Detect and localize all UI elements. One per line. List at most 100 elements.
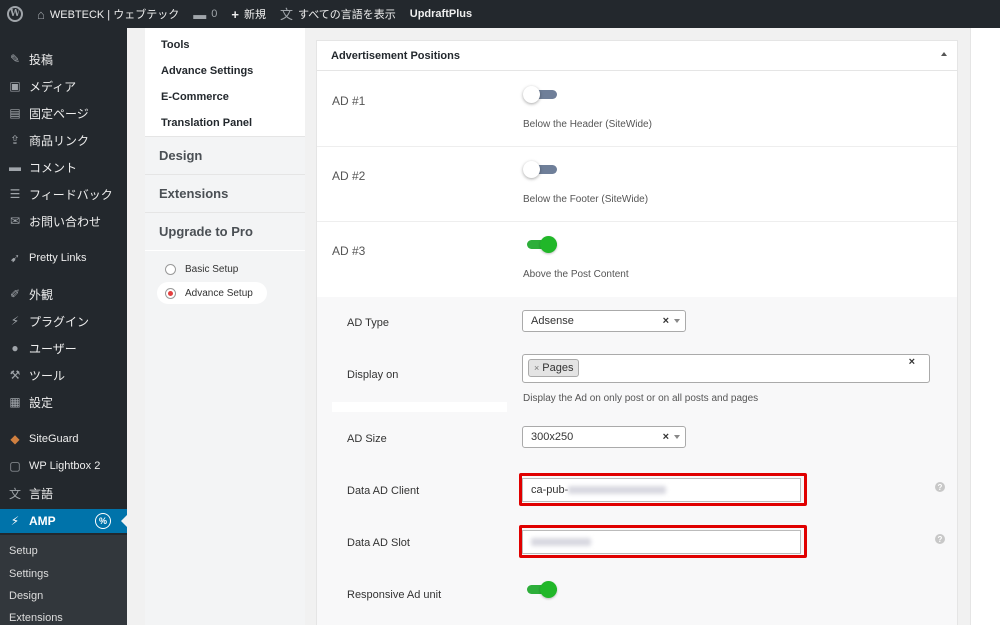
comments-count: 0 bbox=[211, 8, 218, 20]
sidebar-item-label: WP Lightbox 2 bbox=[29, 460, 101, 472]
highlight-box-client bbox=[519, 473, 807, 506]
site-name-link[interactable]: ⌂ WEBTECK | ウェブテック bbox=[30, 0, 186, 28]
amp-submenu: Setup Settings Design Extensions bbox=[0, 535, 127, 625]
sidebar-item-language[interactable]: 文言語 bbox=[0, 481, 127, 505]
display-tag-pages: × Pages bbox=[528, 359, 580, 377]
sidebar-item-product-links[interactable]: ⇪ 商品リンク bbox=[0, 128, 127, 152]
new-content-link[interactable]: + 新規 bbox=[224, 0, 273, 28]
translate-icon: 文 bbox=[279, 6, 293, 22]
clear-icon[interactable]: × bbox=[663, 315, 669, 327]
pages-icon: ▤ bbox=[9, 106, 21, 120]
step-label: Advance Setup bbox=[185, 287, 253, 299]
show-all-languages: すべての言語を表示 bbox=[297, 9, 396, 21]
ad-size-value: 300x250 bbox=[531, 431, 574, 443]
media-icon: ▣ bbox=[9, 79, 21, 93]
collapse-icon[interactable] bbox=[941, 52, 947, 56]
nav-section-upgrade[interactable]: Upgrade to Pro bbox=[145, 212, 305, 250]
sidebar-item-label: 外観 bbox=[29, 287, 54, 302]
sidebar-item-comments[interactable]: ▬ コメント bbox=[0, 155, 127, 179]
ad-desc: Below the Header (SiteWide) bbox=[523, 119, 652, 130]
ad-size-select[interactable]: 300x250 × bbox=[522, 426, 686, 448]
site-name: WEBTECK | ウェブテック bbox=[49, 9, 180, 21]
nav-item-translation-panel[interactable]: Translation Panel bbox=[161, 117, 252, 129]
toggle-knob bbox=[540, 236, 557, 253]
lightbox-icon: ▢ bbox=[9, 459, 21, 473]
language-switcher[interactable]: 文 すべての言語を表示 bbox=[273, 0, 403, 28]
submenu-item-extensions[interactable]: Extensions bbox=[9, 612, 63, 624]
product-link-icon: ⇪ bbox=[9, 133, 21, 147]
sidebar-item-feedback[interactable]: ☰ フィードバック bbox=[0, 182, 127, 206]
sidebar-item-posts[interactable]: ✎ 投稿 bbox=[0, 47, 127, 71]
clear-icon[interactable]: × bbox=[909, 356, 915, 368]
nav-item-advance-settings[interactable]: Advance Settings bbox=[161, 65, 253, 77]
sidebar-item-users[interactable]: ● ユーザー bbox=[0, 336, 127, 360]
sidebar-item-pretty-links[interactable]: ➹ Pretty Links bbox=[0, 246, 127, 270]
comments-link[interactable]: ▬ 0 bbox=[186, 0, 224, 28]
sidebar-item-label: 言語 bbox=[29, 486, 54, 501]
language-icon: 文 bbox=[8, 486, 21, 501]
ad-title: AD #3 bbox=[332, 244, 366, 258]
sidebar-item-label: SiteGuard bbox=[29, 433, 79, 445]
radio-basic-setup[interactable] bbox=[165, 263, 176, 275]
sidebar-item-contact[interactable]: ✉ お問い合わせ bbox=[0, 209, 127, 233]
panel-header[interactable]: Advertisement Positions bbox=[317, 41, 957, 71]
tag-label: Pages bbox=[542, 362, 574, 374]
step-basic-setup[interactable]: Basic Setup bbox=[157, 258, 252, 280]
data-ad-slot-label: Data AD Slot bbox=[347, 537, 410, 549]
remove-tag-icon[interactable]: × bbox=[534, 363, 539, 373]
ad-type-select[interactable]: Adsense × bbox=[522, 310, 686, 332]
ad-title: AD #2 bbox=[332, 169, 366, 183]
sidebar-item-wp-lightbox[interactable]: ▢ WP Lightbox 2 bbox=[0, 454, 127, 478]
nav-section-design[interactable]: Design bbox=[145, 136, 305, 174]
feedback-icon: ☰ bbox=[9, 187, 21, 201]
clear-icon[interactable]: × bbox=[663, 431, 669, 443]
submenu-item-settings[interactable]: Settings bbox=[9, 568, 49, 580]
sidebar-item-plugins[interactable]: ⚡ プラグイン bbox=[0, 309, 127, 333]
home-icon: ⌂ bbox=[37, 6, 45, 22]
sidebar-item-label: Pretty Links bbox=[29, 252, 87, 264]
sidebar-item-appearance[interactable]: ✐ 外観 bbox=[0, 282, 127, 306]
ad3-toggle[interactable] bbox=[523, 236, 557, 254]
submenu-item-setup[interactable]: Setup bbox=[9, 545, 38, 557]
current-menu-arrow bbox=[121, 515, 127, 527]
sidebar-item-label: フィードバック bbox=[29, 187, 113, 202]
sidebar-item-label: メディア bbox=[29, 79, 77, 94]
ad-desc: Above the Post Content bbox=[523, 269, 629, 280]
updraftplus-label: UpdraftPlus bbox=[409, 8, 473, 20]
ad-row-1: AD #1 Below the Header (SiteWide) bbox=[317, 72, 957, 147]
mail-icon: ✉ bbox=[9, 214, 21, 228]
new-label: 新規 bbox=[243, 9, 266, 21]
help-icon[interactable]: ? bbox=[935, 534, 945, 544]
nav-item-tools[interactable]: Tools bbox=[161, 39, 190, 51]
responsive-ad-toggle[interactable] bbox=[523, 581, 557, 599]
brush-icon: ✐ bbox=[9, 287, 21, 301]
display-on-select[interactable]: × Pages × bbox=[522, 354, 930, 383]
sidebar-item-media[interactable]: ▣ メディア bbox=[0, 74, 127, 98]
chevron-down-icon[interactable] bbox=[674, 319, 680, 323]
radio-advance-setup[interactable] bbox=[165, 287, 176, 299]
amp-icon: ⚡ bbox=[10, 514, 20, 528]
display-on-label: Display on bbox=[347, 369, 399, 381]
submenu-item-design[interactable]: Design bbox=[9, 590, 43, 602]
advertisement-panel: Advertisement Positions AD #1 Below the … bbox=[316, 40, 958, 625]
divider-notch bbox=[332, 402, 507, 412]
sidebar-item-amp[interactable]: ⚡ AMP % bbox=[0, 509, 127, 533]
sidebar-item-siteguard[interactable]: ◆ SiteGuard bbox=[0, 427, 127, 451]
user-icon: ● bbox=[11, 341, 19, 355]
ad1-toggle[interactable] bbox=[523, 86, 557, 104]
chevron-down-icon[interactable] bbox=[674, 435, 680, 439]
wp-logo-button[interactable]: W bbox=[0, 0, 30, 28]
step-advance-setup[interactable]: Advance Setup bbox=[157, 282, 267, 304]
nav-section-extensions[interactable]: Extensions bbox=[145, 174, 305, 212]
nav-item-ecommerce[interactable]: E-Commerce bbox=[161, 91, 229, 103]
ad2-toggle[interactable] bbox=[523, 161, 557, 179]
sidebar-item-settings[interactable]: ▦ 設定 bbox=[0, 390, 127, 414]
updraftplus-link[interactable]: UpdraftPlus bbox=[403, 0, 479, 28]
wrench-icon: ⚒ bbox=[9, 368, 21, 382]
sidebar-item-tools[interactable]: ⚒ ツール bbox=[0, 363, 127, 387]
nav-steps-area bbox=[145, 251, 305, 625]
sidebar-item-pages[interactable]: ▤ 固定ページ bbox=[0, 101, 127, 125]
help-icon[interactable]: ? bbox=[935, 482, 945, 492]
ad-row-2: AD #2 Below the Footer (SiteWide) bbox=[317, 147, 957, 222]
sidebar-item-label: ユーザー bbox=[29, 341, 77, 356]
